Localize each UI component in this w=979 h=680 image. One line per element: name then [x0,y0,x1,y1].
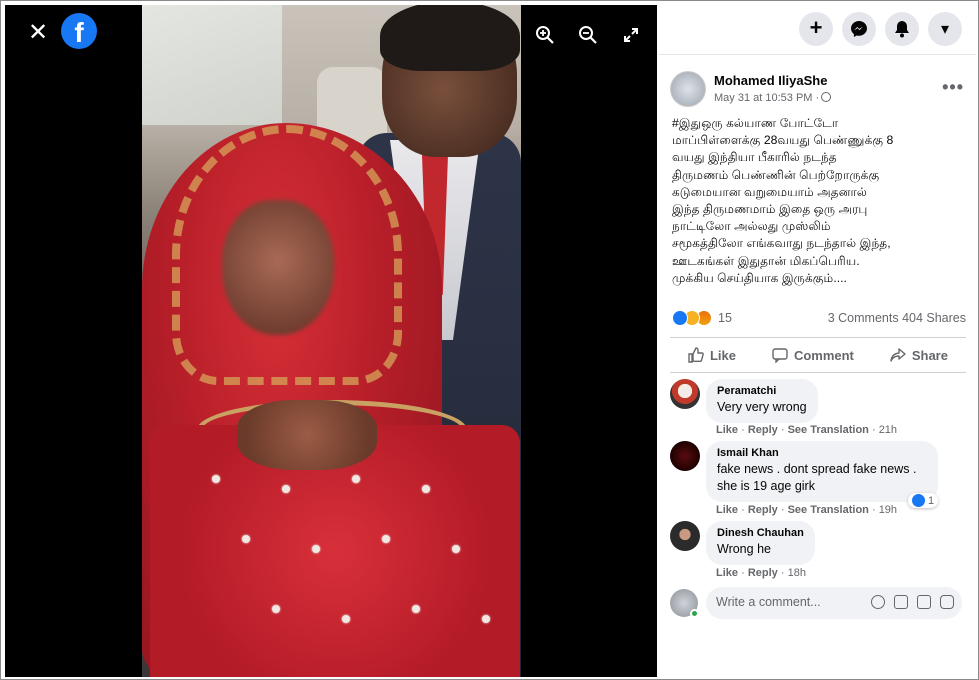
comment-time[interactable]: 19h [879,504,897,516]
car-window [142,5,282,125]
like-reaction-icon [672,310,688,326]
more-options-icon[interactable]: ••• [942,77,964,98]
comment-reply-link[interactable]: Reply [748,424,778,436]
commenter-name[interactable]: Peramatchi [717,385,807,397]
author-avatar[interactable] [670,71,706,107]
see-translation-link[interactable]: See Translation [788,424,869,436]
comment-reply-link[interactable]: Reply [748,504,778,516]
comment-like-link[interactable]: Like [716,567,738,579]
sticker-icon[interactable] [940,595,954,609]
comment-bubble: Ismail Khan fake news . dont spread fake… [706,441,938,502]
notifications-button[interactable] [885,12,919,46]
comments-shares-count[interactable]: 3 Comments 404 Shares [828,311,966,325]
blurred-face [222,200,334,335]
zoom-out-icon[interactable] [576,23,600,47]
thumbs-up-icon [688,347,704,363]
emoji-icon[interactable] [871,595,885,609]
fullscreen-icon[interactable] [619,23,643,47]
camera-icon[interactable] [894,595,908,609]
comment-text: fake news . dont spread fake news . she … [717,462,917,493]
commenter-avatar[interactable] [670,441,700,471]
commenter-name[interactable]: Ismail Khan [717,447,927,459]
comment-time[interactable]: 18h [788,567,806,579]
post-header: Mohamed IliyaShe May 31 at 10:53 PM · ••… [670,71,966,111]
comment-text: Wrong he [717,542,771,556]
see-translation-link[interactable]: See Translation [788,504,869,516]
messenger-icon [851,21,867,37]
comment-time[interactable]: 21h [879,424,897,436]
create-button[interactable]: + [799,12,833,46]
zoom-in-icon[interactable] [533,23,557,47]
commenter-avatar[interactable] [670,521,700,551]
post-panel: + ▾ Mohamed IliyaShe May 31 at 10:53 PM … [658,5,976,677]
screenshot-frame: ✕ f + ▾ Mohamed IliyaShe May 31 at 10:53… [0,0,979,680]
composer-icons [871,595,954,609]
comment-bubble: Peramatchi Very very wrong [706,379,818,423]
share-button[interactable]: Share [890,347,948,363]
comment-meta: Like · Reply · See Translation · 19h [716,504,898,516]
comment-like-link[interactable]: Like [716,504,738,516]
comment-meta: Like · Reply · 18h [716,567,806,579]
globe-icon [821,92,832,102]
comment-reply-link[interactable]: Reply [748,567,778,579]
comment-input[interactable]: Write a comment... [706,587,962,619]
facebook-logo-icon[interactable]: f [61,13,97,49]
comment-like-link[interactable]: Like [716,424,738,436]
messenger-button[interactable] [842,12,876,46]
share-icon [890,348,906,362]
commenter-name[interactable]: Dinesh Chauhan [717,527,804,539]
post-timestamp[interactable]: May 31 at 10:53 PM · [714,92,832,104]
post-photo[interactable] [142,5,521,677]
comment-bubble: Dinesh Chauhan Wrong he [706,521,815,565]
photo-viewer: ✕ f [5,5,657,677]
author-name[interactable]: Mohamed IliyaShe [714,73,827,88]
caret-down-icon: ▾ [940,21,950,38]
post-actions: Like Comment Share [670,337,966,373]
reactions-summary[interactable]: 15 3 Comments 404 Shares [672,309,966,329]
comment-reaction-badge[interactable]: 1 [908,493,939,508]
gif-icon[interactable] [917,595,931,609]
like-reaction-icon [912,494,925,507]
plus-icon: + [809,15,823,40]
commenter-avatar[interactable] [670,379,700,409]
online-status-dot [690,609,699,618]
like-button[interactable]: Like [688,347,736,363]
bell-icon [895,21,909,38]
comment-text: Very very wrong [717,400,807,414]
top-bar: + ▾ [658,5,976,55]
post-text: #இதுஒரு கல்யாண போட்டோ மாப்பிள்ளைக்கு 28வ… [672,116,894,285]
comment-icon [772,348,788,363]
account-menu-button[interactable]: ▾ [928,12,962,46]
reaction-count[interactable]: 15 [718,311,732,325]
close-icon[interactable]: ✕ [23,17,53,47]
comment-composer: Write a comment... [670,587,966,621]
comment-meta: Like · Reply · See Translation · 21h [716,424,898,436]
comment-button[interactable]: Comment [772,347,854,363]
